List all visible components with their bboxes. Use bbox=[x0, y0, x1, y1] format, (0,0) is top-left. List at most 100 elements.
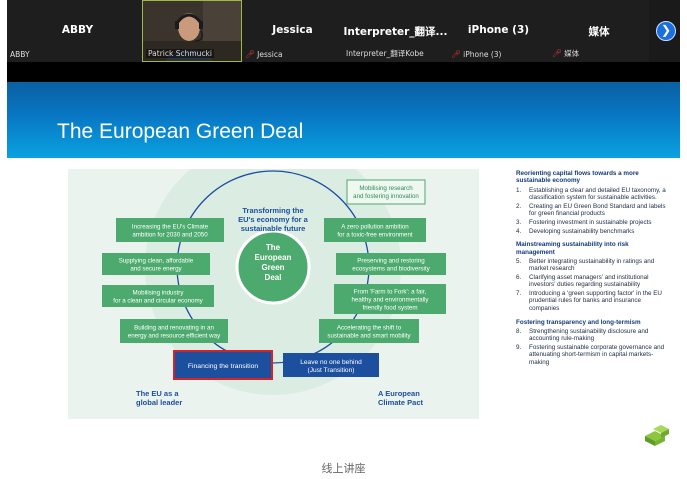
research-text-line: and fostering innovation bbox=[353, 193, 419, 200]
action-item-number: 2. bbox=[516, 202, 522, 210]
just-transition-box: Leave no one behind(Just Transition) bbox=[300, 359, 362, 374]
left-box-2-text: Supplying clean, affordable bbox=[119, 257, 194, 264]
action-item-text: Fostering sustainable corporate governan… bbox=[529, 343, 665, 366]
climate-pact-label: A EuropeanClimate Pact bbox=[378, 389, 424, 407]
section-heading: Reorienting capital flows towards a more… bbox=[516, 170, 639, 185]
participant-label: 🎤︎ 媒体 bbox=[552, 49, 580, 58]
right-box-2-text: Preserving and restoring bbox=[357, 257, 425, 264]
participant-tile-active-speaker[interactable]: Patrick Schmucki bbox=[142, 0, 242, 62]
mic-muted-icon: 🎤︎ bbox=[245, 50, 256, 59]
left-box-4-text: energy and resource efficient way bbox=[128, 332, 221, 339]
center-text-line: European bbox=[255, 253, 292, 262]
participant-name-large: 媒体 bbox=[588, 26, 610, 38]
action-item-text: Developing sustainability benchmarks bbox=[529, 227, 635, 235]
participant-name-large: Interpreter_翻译... bbox=[343, 26, 448, 38]
just-transition-line: Leave no one behind bbox=[300, 359, 362, 366]
left-box-1-text: ambition for 2030 and 2050 bbox=[132, 231, 208, 238]
action-item-text: Better integrating sustainability in rat… bbox=[529, 257, 655, 273]
right-box-3-text: healthy and environmentally bbox=[351, 296, 429, 303]
research-innovation-box: Mobilising researchand fostering innovat… bbox=[353, 185, 419, 200]
action-item-number: 5. bbox=[516, 257, 522, 265]
action-item: 6. Clarifying asset managers' and institu… bbox=[516, 274, 666, 289]
green-deal-diagram: The European Green Deal Transforming the EU'… bbox=[68, 139, 479, 419]
action-item: 3. Fostering investment in sustainable pr… bbox=[516, 219, 666, 226]
action-item-number: 7. bbox=[516, 290, 522, 298]
participant-label: ABBY bbox=[10, 50, 30, 59]
global-leader-label: The EU as aglobal leader bbox=[136, 389, 182, 407]
right-box-2: Preserving and restoringecosystems and b… bbox=[336, 253, 446, 275]
just-transition-line: (Just Transition) bbox=[308, 367, 355, 374]
right-box-4: Accelerating the shift tosustainable and… bbox=[319, 319, 419, 343]
action-item: 1. Establishing a clear and detailed EU t… bbox=[516, 187, 666, 202]
right-box-3-text: From 'Farm to Fork': a fair, bbox=[354, 288, 427, 295]
climate-pact-line: A European bbox=[378, 389, 420, 398]
mic-muted-icon: 🎤︎ bbox=[451, 50, 462, 59]
right-box-3: From 'Farm to Fork': a fair,healthy and … bbox=[334, 284, 446, 314]
center-text-line: The bbox=[266, 243, 281, 252]
chevron-right-icon: ❯ bbox=[660, 23, 672, 37]
action-item-text: Introducing a 'green supporting factor' … bbox=[529, 290, 662, 312]
participant-name-large: iPhone (3) bbox=[467, 24, 530, 36]
action-item: 9. Fostering sustainable corporate govern… bbox=[516, 344, 666, 366]
action-item-number: 1. bbox=[516, 186, 522, 194]
climate-pact-line: Climate Pact bbox=[378, 398, 424, 407]
right-box-2-text: ecosystems and biodiversity bbox=[352, 265, 430, 272]
transforming-label: Transforming theEU's economy for asustai… bbox=[238, 206, 309, 233]
action-item-number: 3. bbox=[516, 218, 522, 226]
participant-tile-iphone[interactable]: iPhone (3) 🎤︎ iPhone (3) bbox=[448, 0, 549, 62]
action-item-number: 8. bbox=[516, 327, 522, 335]
participant-label: 🎤︎ iPhone (3) bbox=[451, 50, 502, 59]
right-box-1-text: A zero pollution ambition bbox=[341, 223, 409, 230]
action-item: 5. Better integrating sustainability in r… bbox=[516, 258, 666, 273]
center-text-line: Green bbox=[261, 263, 284, 272]
participant-label: 🎤︎ Jessica bbox=[245, 50, 283, 59]
left-box-4: Building and renovating in anenergy and … bbox=[120, 319, 228, 343]
left-box-1-text: Increasing the EU's Climate bbox=[132, 223, 209, 230]
left-box-4-text: Building and renovating in an bbox=[134, 324, 214, 331]
action-item-number: 6. bbox=[516, 274, 522, 282]
participant-strip: ABBY ABBY Patrick Schmucki Jessica 🎤︎ Jes… bbox=[7, 0, 680, 62]
participant-tile-interpreter[interactable]: Interpreter_翻译... Interpreter_翻译Kobe bbox=[343, 0, 448, 62]
action-item: 2. Creating an EU Green Bond Standard and… bbox=[516, 203, 666, 218]
video-letterbox bbox=[7, 62, 680, 82]
top-label-line: Transforming the bbox=[242, 206, 303, 215]
left-box-3-text: Mobilising industry bbox=[133, 289, 185, 296]
financing-transition-box: Financing the transition bbox=[188, 363, 258, 370]
participant-tile-media[interactable]: 媒体 🎤︎ 媒体 bbox=[549, 0, 649, 62]
action-item: 4. Developing sustainability benchmarks bbox=[516, 228, 666, 235]
action-item-text: Strengthening sustainability disclosure … bbox=[529, 327, 649, 343]
shared-slide: The European Green Deal The European Green… bbox=[7, 82, 680, 447]
participant-name-large: Jessica bbox=[272, 24, 313, 36]
right-box-1: A zero pollution ambitionfor a toxic-fre… bbox=[324, 218, 426, 242]
meeting-window: ABBY ABBY Patrick Schmucki Jessica 🎤︎ Jes… bbox=[7, 0, 680, 447]
participant-tile-jessica[interactable]: Jessica 🎤︎ Jessica bbox=[242, 0, 343, 62]
section-heading: Mainstreaming sustainability into risk m… bbox=[516, 241, 629, 256]
action-item-text: Fostering investment in sustainable proj… bbox=[529, 218, 652, 226]
right-box-3-text: friendly food system bbox=[362, 304, 417, 311]
action-item-text: Clarifying asset managers' and instituti… bbox=[529, 274, 649, 289]
right-box-4-text: sustainable and smart mobility bbox=[327, 332, 411, 339]
left-box-2: Supplying clean, affordableand secure en… bbox=[102, 253, 210, 275]
left-box-2-text: and secure energy bbox=[130, 265, 182, 272]
center-text-line: Deal bbox=[265, 273, 282, 282]
action-item: 8. Strengthening sustainability disclosur… bbox=[516, 328, 666, 343]
top-label-line: EU's economy for a bbox=[238, 215, 309, 224]
action-item-text: Creating an EU Green Bond Standard and l… bbox=[529, 202, 666, 217]
green-cubes-logo bbox=[645, 425, 669, 446]
slide-header: The European Green Deal bbox=[7, 82, 680, 158]
left-box-3: Mobilising industryfor a clean and circu… bbox=[102, 285, 214, 307]
next-participants-button[interactable]: ❯ bbox=[656, 21, 676, 41]
research-text-line: Mobilising research bbox=[359, 185, 413, 192]
global-leader-line: global leader bbox=[136, 398, 182, 407]
action-item-number: 4. bbox=[516, 227, 522, 235]
global-leader-line: The EU as a bbox=[136, 389, 179, 398]
image-caption: 线上讲座 bbox=[321, 462, 366, 475]
left-box-1: Increasing the EU's Climateambition for … bbox=[116, 218, 224, 242]
action-item-text: Establishing a clear and detailed EU tax… bbox=[529, 186, 666, 201]
slide-title: The European Green Deal bbox=[57, 120, 304, 143]
participant-tile-abby[interactable]: ABBY ABBY bbox=[7, 0, 148, 62]
section-heading: Fostering transparency and long-termism bbox=[516, 318, 641, 326]
participant-label: Patrick Schmucki bbox=[146, 49, 214, 58]
action-item: 7. Introducing a 'green supporting factor… bbox=[516, 290, 666, 312]
top-label-line: sustainable future bbox=[241, 224, 306, 233]
